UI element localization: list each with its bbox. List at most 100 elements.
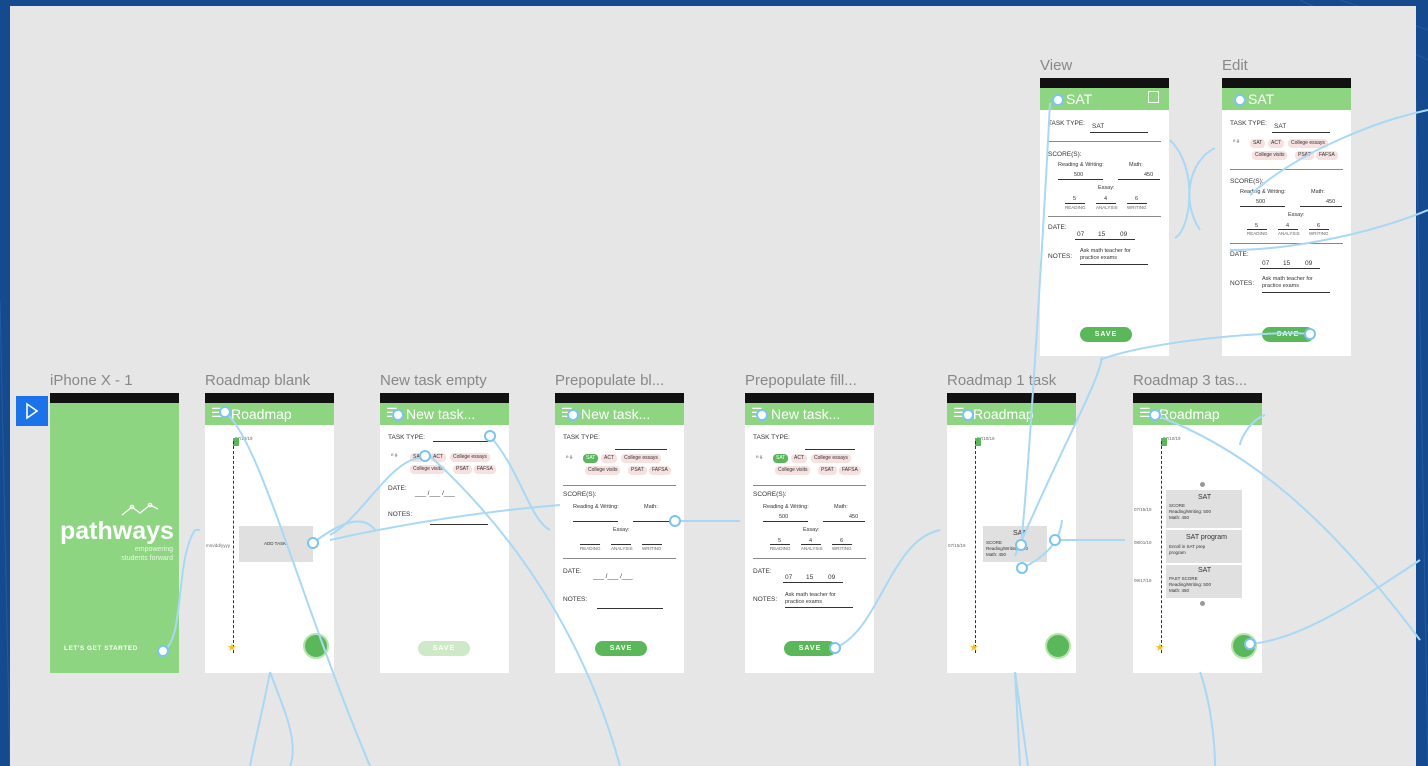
chip-college-essays[interactable]: College essays [1288, 139, 1328, 148]
artboard-label[interactable]: Prepopulate fill... [745, 372, 857, 389]
artboard-label[interactable]: Prepopulate bl... [555, 372, 664, 389]
task-type-input[interactable] [433, 441, 488, 442]
chip-psat[interactable]: PSAT [1295, 151, 1314, 160]
artboard-label[interactable]: Roadmap blank [205, 372, 310, 389]
artboard-edit[interactable]: SAT TASK TYPE: SAT e.g. SAT ACT College … [1222, 78, 1351, 356]
chip-psat[interactable]: PSAT [818, 466, 837, 475]
task-card[interactable]: SAT PAST SCORE Reading/Writing: 500 Math… [1166, 565, 1242, 598]
task-type-input[interactable] [615, 449, 667, 450]
math-input[interactable] [1300, 206, 1342, 207]
edit-icon[interactable] [1148, 91, 1159, 103]
save-button[interactable]: SAVE [1080, 327, 1132, 342]
menu-icon[interactable]: ☰ [561, 405, 573, 421]
add-task-fab-icon[interactable] [1045, 633, 1071, 659]
artboard-splash[interactable]: pathways empowering students forward LET… [50, 393, 179, 673]
date-month[interactable]: 07 [785, 574, 792, 581]
date-day[interactable]: 15 [1283, 260, 1290, 267]
analysis-input[interactable] [611, 544, 631, 545]
add-task-fab-icon[interactable] [303, 633, 329, 659]
analysis-input[interactable] [801, 544, 821, 545]
chip-sat[interactable]: SAT [410, 453, 426, 462]
date-year[interactable]: 09 [1305, 260, 1312, 267]
add-task-fab-icon[interactable] [1231, 633, 1257, 659]
save-button[interactable]: SAVE [784, 641, 836, 656]
artboard-prepopulate-blank[interactable]: ☰ New task... TASK TYPE: e.g. SAT ACT Co… [555, 393, 684, 673]
notes-input[interactable] [785, 607, 853, 608]
chip-psat[interactable]: PSAT [628, 466, 647, 475]
artboard-label[interactable]: New task empty [380, 372, 487, 389]
reading-input[interactable] [770, 544, 790, 545]
chip-act[interactable]: ACT [1268, 139, 1284, 148]
chip-college-essays[interactable]: College essays [811, 454, 851, 463]
chip-fafsa[interactable]: FAFSA [474, 465, 496, 474]
task-type-value[interactable]: SAT [1274, 123, 1286, 130]
date-input[interactable]: ___ /___ /___ [593, 573, 633, 580]
chip-sat[interactable]: SAT [773, 454, 789, 463]
chip-college-essays[interactable]: College essays [450, 453, 490, 462]
chip-psat[interactable]: PSAT [453, 465, 472, 474]
reading-input[interactable] [580, 544, 600, 545]
math-input[interactable] [633, 521, 675, 522]
artboard-roadmap-1-task[interactable]: ☰ Roadmap 07/10/19 07/15/19 SAT SCORE Re… [947, 393, 1076, 673]
artboard-label[interactable]: iPhone X - 1 [50, 372, 133, 389]
notes-input[interactable] [1262, 292, 1330, 293]
chip-college-visits[interactable]: College visits [775, 466, 811, 475]
rw-value[interactable]: 500 [1256, 199, 1265, 205]
math-input[interactable] [823, 521, 865, 522]
task-card[interactable]: SAT SCORE Reading/Writing: 500 Math: 450 [983, 526, 1047, 562]
chip-act[interactable]: ACT [791, 454, 807, 463]
math-value[interactable]: 450 [1326, 199, 1335, 205]
add-task-card[interactable]: ADD TASK [239, 526, 313, 562]
date-year[interactable]: 09 [828, 574, 835, 581]
writing-input[interactable] [832, 544, 852, 545]
rw-input[interactable] [763, 521, 808, 522]
expand-icon[interactable] [1200, 482, 1205, 487]
expand-icon[interactable] [1200, 601, 1205, 606]
save-button[interactable]: SAVE [1262, 327, 1314, 342]
artboard-new-task-empty[interactable]: ☰ New task... TASK TYPE: e.g. SAT ACT Co… [380, 393, 509, 673]
notes-input[interactable] [597, 608, 663, 609]
artboard-roadmap-blank[interactable]: ☰ Roadmap 07/10/19 mm/dd/yyyy ADD TASK ★ [205, 393, 334, 673]
writing-input[interactable] [642, 544, 662, 545]
date-month[interactable]: 07 [1262, 260, 1269, 267]
chip-sat[interactable]: SAT [583, 454, 599, 463]
menu-icon[interactable]: ☰ [211, 405, 223, 421]
artboard-label[interactable]: Edit [1222, 57, 1248, 74]
menu-icon[interactable]: ☰ [386, 405, 398, 421]
artboard-label[interactable]: Roadmap 1 task [947, 372, 1056, 389]
chip-act[interactable]: ACT [430, 453, 446, 462]
chip-sat[interactable]: SAT [1250, 139, 1266, 148]
artboard-prepopulate-filled[interactable]: ☰ New task... TASK TYPE: e.g. SAT ACT Co… [745, 393, 874, 673]
menu-icon[interactable]: ☰ [1139, 405, 1151, 421]
rw-input[interactable] [573, 521, 618, 522]
task-card[interactable]: SAT program Enroll in SAT prep program [1166, 530, 1242, 563]
task-card[interactable]: SAT SCORE Reading/Writing: 500 Math: 450 [1166, 490, 1242, 528]
chip-fafsa[interactable]: FAFSA [1316, 151, 1338, 160]
artboard-label[interactable]: Roadmap 3 tas... [1133, 372, 1247, 389]
rw-input[interactable] [1240, 206, 1285, 207]
menu-icon[interactable]: ☰ [953, 405, 965, 421]
artboard-label[interactable]: View [1040, 57, 1072, 74]
chip-college-essays[interactable]: College essays [621, 454, 661, 463]
chip-college-visits[interactable]: College visits [585, 466, 621, 475]
task-type-input[interactable] [1272, 132, 1330, 133]
writing-input[interactable] [1309, 229, 1329, 230]
chip-fafsa[interactable]: FAFSA [649, 466, 671, 475]
artboard-roadmap-3-tasks[interactable]: ☰ Roadmap 07/10/19 07/15/19 SAT SCORE Re… [1133, 393, 1262, 673]
chip-fafsa[interactable]: FAFSA [839, 466, 861, 475]
save-button[interactable]: SAVE [418, 641, 470, 656]
chip-act[interactable]: ACT [601, 454, 617, 463]
reading-input[interactable] [1247, 229, 1267, 230]
chip-college-visits[interactable]: College visits [1252, 151, 1288, 160]
chip-college-visits[interactable]: College visits [410, 465, 446, 474]
date-input[interactable]: ___ /___ /___ [415, 490, 455, 497]
notes-input[interactable] [430, 524, 488, 525]
notes-value[interactable]: practice exams [1262, 283, 1299, 289]
task-type-input[interactable] [805, 449, 855, 450]
artboard-view[interactable]: SAT TASK TYPE: SAT SCORE(S): Reading & W… [1040, 78, 1169, 356]
menu-icon[interactable]: ☰ [751, 405, 763, 421]
date-day[interactable]: 15 [806, 574, 813, 581]
analysis-input[interactable] [1278, 229, 1298, 230]
play-prototype-button[interactable] [16, 396, 48, 426]
save-button[interactable]: SAVE [595, 641, 647, 656]
